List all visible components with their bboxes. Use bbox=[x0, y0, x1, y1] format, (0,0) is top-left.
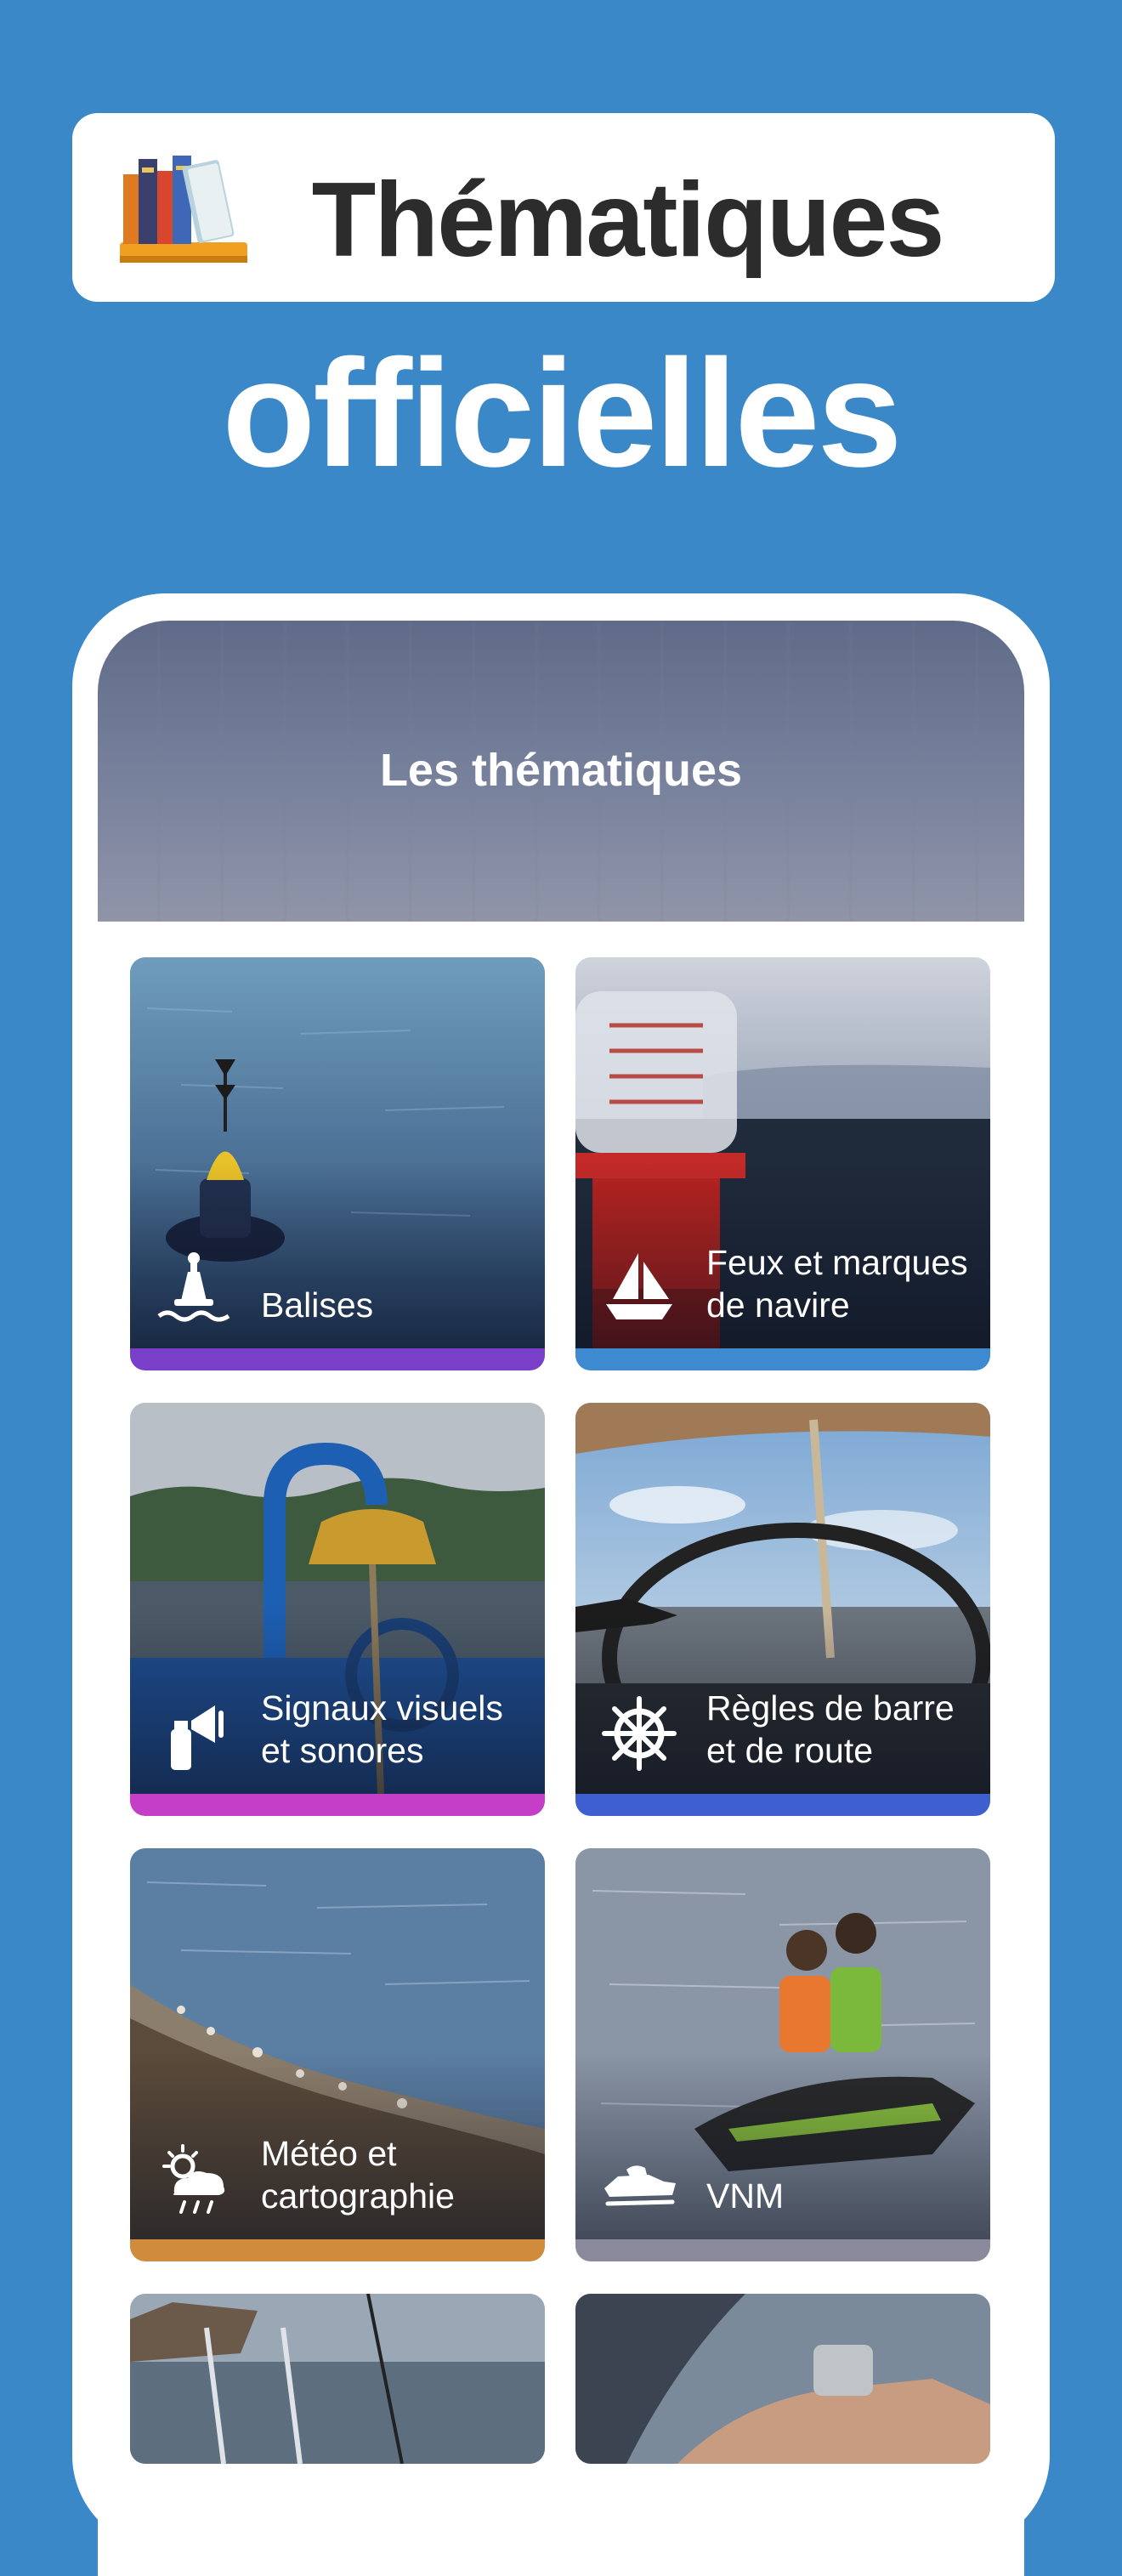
buoy-icon bbox=[157, 1252, 230, 1322]
theme-accent-bar bbox=[130, 1794, 545, 1816]
theme-card-balises[interactable]: Balises bbox=[130, 957, 545, 1370]
theme-card-feux-marques[interactable]: Feux et marques de navire bbox=[575, 957, 990, 1370]
steering-photo bbox=[575, 2294, 990, 2464]
hero-subtitle: officielles bbox=[222, 328, 902, 499]
theme-accent-bar bbox=[575, 2239, 990, 2261]
app-header: Les thématiques bbox=[98, 621, 1024, 922]
theme-card-vnm[interactable]: VNM bbox=[575, 1848, 990, 2261]
theme-accent-bar bbox=[130, 2239, 545, 2261]
theme-accent-bar bbox=[575, 1794, 990, 1816]
weather-icon bbox=[162, 2144, 225, 2214]
theme-card-meteo[interactable]: Météo et cartographie bbox=[130, 1848, 545, 2261]
fishing-photo bbox=[130, 2294, 545, 2464]
sailboat-icon bbox=[606, 1253, 672, 1319]
theme-label: Balises bbox=[261, 1285, 374, 1325]
hero-banner: Thématiques bbox=[72, 113, 1055, 302]
theme-card-partial[interactable] bbox=[130, 2294, 545, 2464]
app-screen: Les thématiques Balises Feux et marques … bbox=[98, 621, 1024, 2576]
theme-card-partial[interactable] bbox=[575, 2294, 990, 2464]
theme-label: Signaux visuels et sonores bbox=[261, 1688, 503, 1770]
helm-wheel-icon bbox=[602, 1696, 677, 1771]
hero-title: Thématiques bbox=[311, 162, 945, 279]
theme-accent-bar bbox=[130, 1348, 545, 1370]
theme-card-signaux[interactable]: Signaux visuels et sonores bbox=[130, 1403, 545, 1816]
page-title: Les thématiques bbox=[379, 745, 743, 796]
theme-label: Feux et marques de navire bbox=[706, 1243, 968, 1325]
theme-label: Météo et cartographie bbox=[261, 2134, 455, 2216]
signal-horn-icon bbox=[171, 1705, 224, 1770]
theme-label: VNM bbox=[706, 2176, 785, 2216]
theme-accent-bar bbox=[575, 1348, 990, 1370]
phone-frame: Les thématiques Balises Feux et marques … bbox=[72, 593, 1050, 2576]
theme-label: Règles de barre et de route bbox=[706, 1688, 955, 1770]
jet-ski-icon bbox=[604, 2165, 676, 2206]
theme-card-regles[interactable]: Règles de barre et de route bbox=[575, 1403, 990, 1816]
